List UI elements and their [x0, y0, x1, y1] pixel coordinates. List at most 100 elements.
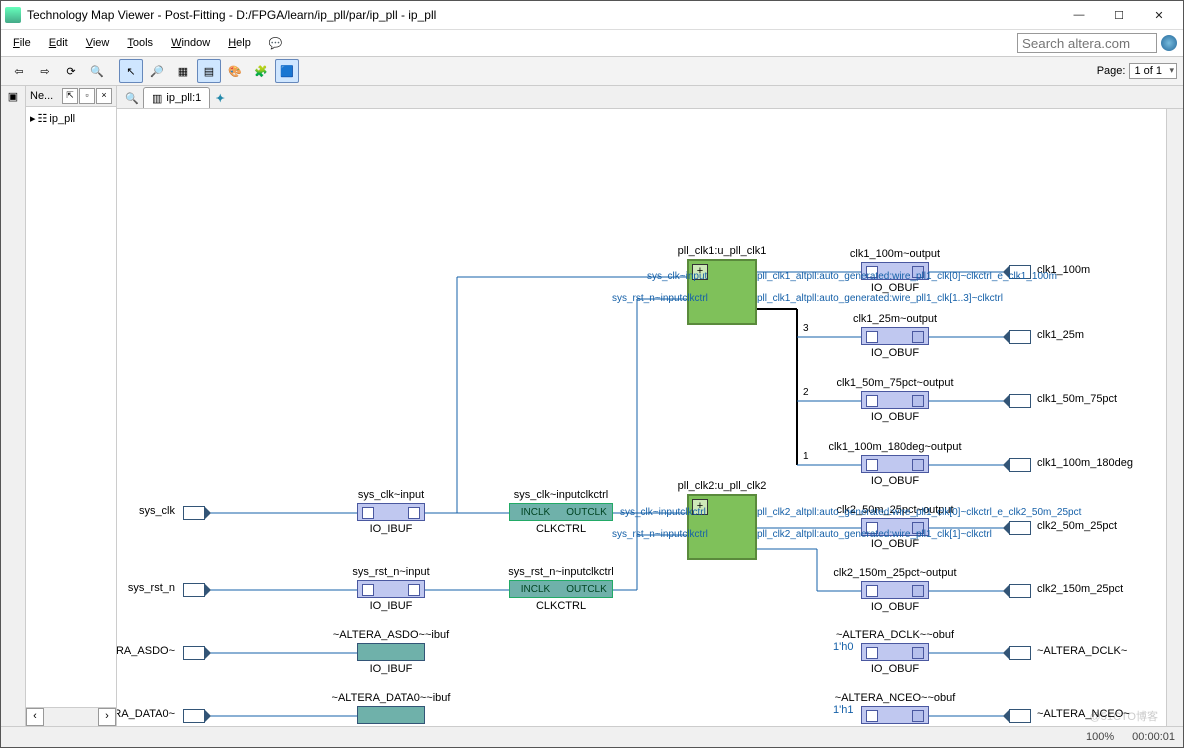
tree-root[interactable]: ▸ ☷ ip_pll [30, 111, 112, 126]
toolbar: ⇦ ⇨ ⟳ 🔍 ↖ 🔎 ▦ ▤ 🎨 🧩 🟦 Page: 1 of 1 [1, 56, 1183, 86]
menubar: File Edit View Tools Window Help 💬 [1, 30, 1183, 56]
ibuf-type: IO_IBUF [357, 663, 425, 675]
zoom-tool[interactable]: 🔎 [145, 59, 169, 83]
gutter: ▣ [1, 86, 26, 726]
obuf-const: 1'h0 [833, 641, 853, 653]
net-label: sys_rst_n~inputclkctrl [612, 529, 708, 540]
fit-tool[interactable]: ▦ [171, 59, 195, 83]
maximize-button[interactable]: ☐ [1099, 3, 1139, 27]
io-obuf[interactable] [861, 706, 929, 724]
obuf-title: ~ALTERA_DCLK~~obuf [817, 629, 973, 641]
port-out[interactable] [1009, 584, 1031, 598]
port-in-label: ~ALTERA_DATA0~ [117, 708, 179, 720]
port-in[interactable] [183, 646, 205, 660]
io-obuf[interactable] [861, 643, 929, 661]
pll-block[interactable]: + [687, 494, 757, 560]
export-tool[interactable]: 🧩 [249, 59, 273, 83]
obuf-type: IO_OBUF [861, 601, 929, 613]
tab-icon: ▥ [152, 92, 162, 105]
port-out[interactable] [1009, 330, 1031, 344]
pll-block[interactable]: + [687, 259, 757, 325]
port-out-label: clk1_50m_75pct [1037, 393, 1117, 405]
menu-extra-icon[interactable]: 💬 [263, 35, 289, 52]
palette-tool[interactable]: 🎨 [223, 59, 247, 83]
port-out[interactable] [1009, 521, 1031, 535]
expand-icon[interactable]: ▸ [30, 112, 36, 125]
netlist-navigator: Ne... ⇱ ▫ × ▸ ☷ ip_pll ‹ › [26, 86, 117, 726]
port-out[interactable] [1009, 394, 1031, 408]
io-ibuf[interactable] [357, 503, 425, 521]
elapsed-time: 00:00:01 [1132, 731, 1175, 743]
nav-title: Ne... [30, 90, 53, 102]
port-out-label: clk2_150m_25pct [1037, 583, 1123, 595]
obuf-const: 1'h1 [833, 704, 853, 716]
clkctrl[interactable]: INCLKOUTCLK [509, 580, 613, 598]
nav-fwd-button[interactable]: ⇨ [33, 59, 57, 83]
search-input[interactable] [1017, 33, 1157, 53]
menu-view[interactable]: View [80, 35, 116, 51]
find-button[interactable]: 🔍 [85, 59, 109, 83]
bus-index: 3 [803, 323, 809, 334]
pll-title: pll_clk2:u_pll_clk2 [665, 480, 779, 492]
minimize-button[interactable]: — [1059, 3, 1099, 27]
app-icon [5, 7, 21, 23]
clkctrl-type: CLKCTRL [509, 523, 613, 535]
clkctrl-title: sys_clk~inputclkctrl [487, 489, 635, 501]
vertical-scrollbar[interactable] [1166, 109, 1183, 726]
port-out[interactable] [1009, 646, 1031, 660]
port-out-label: ~ALTERA_NCEO~ [1037, 708, 1130, 720]
refresh-button[interactable]: ⟳ [59, 59, 83, 83]
port-out-label: clk2_50m_25pct [1037, 520, 1117, 532]
obuf-type: IO_OBUF [861, 475, 929, 487]
schematic-canvas[interactable]: @51CTO博客 sys_clksys_rst_n~ALTERA_ASDO~~A… [117, 109, 1166, 726]
io-obuf[interactable] [861, 455, 929, 473]
nav-back-button[interactable]: ⇦ [7, 59, 31, 83]
obuf-type: IO_OBUF [861, 663, 929, 675]
tab-bar: 🔍 ▥ ip_pll:1 ✦ [117, 86, 1183, 109]
menu-file[interactable]: File [7, 35, 37, 51]
io-obuf[interactable] [861, 581, 929, 599]
close-button[interactable]: ✕ [1139, 3, 1179, 27]
net-label: pll_clk1_altpll:auto_generated:wire_pll1… [757, 293, 1003, 304]
bus-index: 1 [803, 451, 809, 462]
obuf-type: IO_OBUF [861, 411, 929, 423]
port-out[interactable] [1009, 458, 1031, 472]
highlight-tool[interactable]: ▤ [197, 59, 221, 83]
io-ibuf[interactable] [357, 643, 425, 661]
port-in-label: sys_clk [139, 505, 179, 517]
io-ibuf[interactable] [357, 580, 425, 598]
port-in[interactable] [183, 583, 205, 597]
ibuf-title: sys_rst_n~input [329, 566, 453, 578]
scroll-right-button[interactable]: › [98, 708, 116, 726]
add-tab-button[interactable]: ✦ [210, 88, 230, 108]
scroll-left-button[interactable]: ‹ [26, 708, 44, 726]
globe-icon[interactable] [1161, 35, 1177, 51]
io-ibuf[interactable] [357, 706, 425, 724]
nav-pin-button[interactable]: ⇱ [62, 88, 78, 104]
menu-help[interactable]: Help [222, 35, 257, 51]
io-obuf[interactable] [861, 391, 929, 409]
nav-dock-button[interactable]: ▫ [79, 88, 95, 104]
clkctrl[interactable]: INCLKOUTCLK [509, 503, 613, 521]
tab-search-icon[interactable]: 🔍 [121, 88, 143, 108]
obuf-title: clk1_100m_180deg~output [817, 441, 973, 453]
menu-tools[interactable]: Tools [121, 35, 159, 51]
port-out[interactable] [1009, 709, 1031, 723]
bus-index: 2 [803, 387, 809, 398]
statusbar: 100% 00:00:01 [1, 726, 1183, 747]
page-select[interactable]: 1 of 1 [1129, 63, 1177, 79]
menu-window[interactable]: Window [165, 35, 216, 51]
tab-ip-pll[interactable]: ▥ ip_pll:1 [143, 87, 210, 108]
ibuf-type: IO_IBUF [357, 523, 425, 535]
select-tool[interactable]: 🟦 [275, 59, 299, 83]
clkctrl-type: CLKCTRL [509, 600, 613, 612]
obuf-title: ~ALTERA_NCEO~~obuf [817, 692, 973, 704]
nav-close-button[interactable]: × [96, 88, 112, 104]
menu-edit[interactable]: Edit [43, 35, 74, 51]
gutter-icon[interactable]: ▣ [1, 90, 25, 103]
io-obuf[interactable] [861, 327, 929, 345]
port-out-label: ~ALTERA_DCLK~ [1037, 645, 1127, 657]
port-in[interactable] [183, 506, 205, 520]
port-in[interactable] [183, 709, 205, 723]
pointer-tool[interactable]: ↖ [119, 59, 143, 83]
